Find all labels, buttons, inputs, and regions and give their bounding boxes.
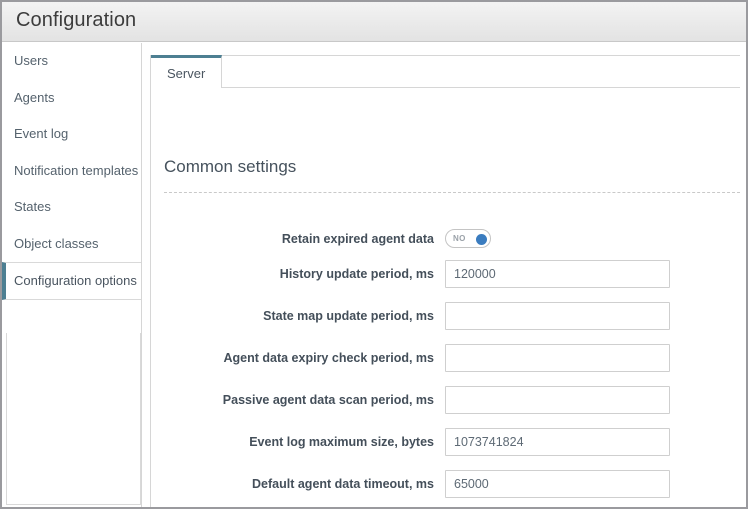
history-update-period-input[interactable] (445, 260, 670, 288)
field-row-passive-agent-data-scan-period: Passive agent data scan period, ms (151, 386, 740, 414)
tab-strip-background (211, 55, 740, 88)
sidebar-item-label: Event log (14, 126, 69, 141)
field-control (445, 386, 670, 414)
window-titlebar: Configuration (2, 2, 746, 42)
retain-expired-agent-data-toggle[interactable]: NO (445, 229, 491, 248)
server-settings-form: Common settings Retain expired agent dat… (151, 88, 740, 507)
field-label: History update period, ms (279, 267, 434, 281)
state-map-update-period-input[interactable] (445, 302, 670, 330)
passive-agent-data-scan-period-input[interactable] (445, 386, 670, 414)
sidebar-item-event-log[interactable]: Event log (2, 116, 141, 153)
default-agent-data-timeout-input[interactable] (445, 470, 670, 498)
sidebar-item-label: Notification templates (14, 162, 139, 178)
field-label: Agent data expiry check period, ms (223, 351, 435, 365)
content-panel: Server Common settings Retain expired ag… (150, 55, 740, 507)
sidebar-item-label: Users (14, 53, 48, 68)
sidebar-item-label: Configuration options (14, 273, 137, 288)
sidebar-item-object-classes[interactable]: Object classes (2, 225, 141, 262)
field-label: Default agent data timeout, ms (252, 477, 434, 491)
page-title: Configuration (16, 9, 137, 31)
field-control (445, 428, 670, 456)
field-row-agent-data-expiry-check-period: Agent data expiry check period, ms (151, 344, 740, 372)
sidebar-item-agents[interactable]: Agents (2, 79, 141, 116)
event-log-maximum-size-input[interactable] (445, 428, 670, 456)
field-label: Retain expired agent data (281, 232, 434, 246)
field-label: Event log maximum size, bytes (249, 435, 434, 449)
section-heading-common-settings: Common settings (164, 157, 297, 176)
window-body: Users Agents Event log Notification temp… (2, 43, 746, 507)
sidebar-item-label: Object classes (14, 235, 99, 251)
field-row-default-agent-data-timeout: Default agent data timeout, ms (151, 470, 740, 498)
field-row-event-log-maximum-size: Event log maximum size, bytes (151, 428, 740, 456)
field-control (445, 260, 670, 288)
sidebar-item-label: States (14, 199, 51, 214)
field-control (445, 344, 670, 372)
configuration-window: Configuration Users Agents Event log Not… (0, 0, 748, 509)
tab-server[interactable]: Server (151, 55, 223, 88)
tab-strip: Server (151, 55, 740, 88)
sidebar: Users Agents Event log Notification temp… (2, 43, 142, 507)
sidebar-item-label: Agents (14, 89, 55, 105)
sidebar-item-users[interactable]: Users (2, 43, 141, 80)
field-label: State map update period, ms (263, 309, 434, 323)
sidebar-item-notification-templates[interactable]: Notification templates (2, 152, 141, 189)
field-label: Passive agent data scan period, ms (222, 393, 434, 407)
field-row-state-map-update-period: State map update period, ms (151, 302, 740, 330)
sidebar-nav-list: Users Agents Event log Notification temp… (2, 43, 141, 300)
toggle-state-label: NO (453, 234, 466, 243)
sidebar-item-configuration-options[interactable]: Configuration options (2, 262, 141, 300)
field-control (445, 302, 670, 330)
agent-data-expiry-check-period-input[interactable] (445, 344, 670, 372)
tab-label: Server (167, 66, 206, 81)
section-divider (164, 192, 740, 193)
field-control: NO (445, 225, 491, 248)
field-row-retain-expired-agent-data: Retain expired agent data NO (151, 225, 740, 253)
sidebar-empty-area (6, 333, 141, 505)
toggle-knob-icon (476, 233, 487, 245)
sidebar-item-states[interactable]: States (2, 189, 141, 226)
field-row-history-update-period: History update period, ms (151, 260, 740, 288)
field-control (445, 470, 670, 498)
